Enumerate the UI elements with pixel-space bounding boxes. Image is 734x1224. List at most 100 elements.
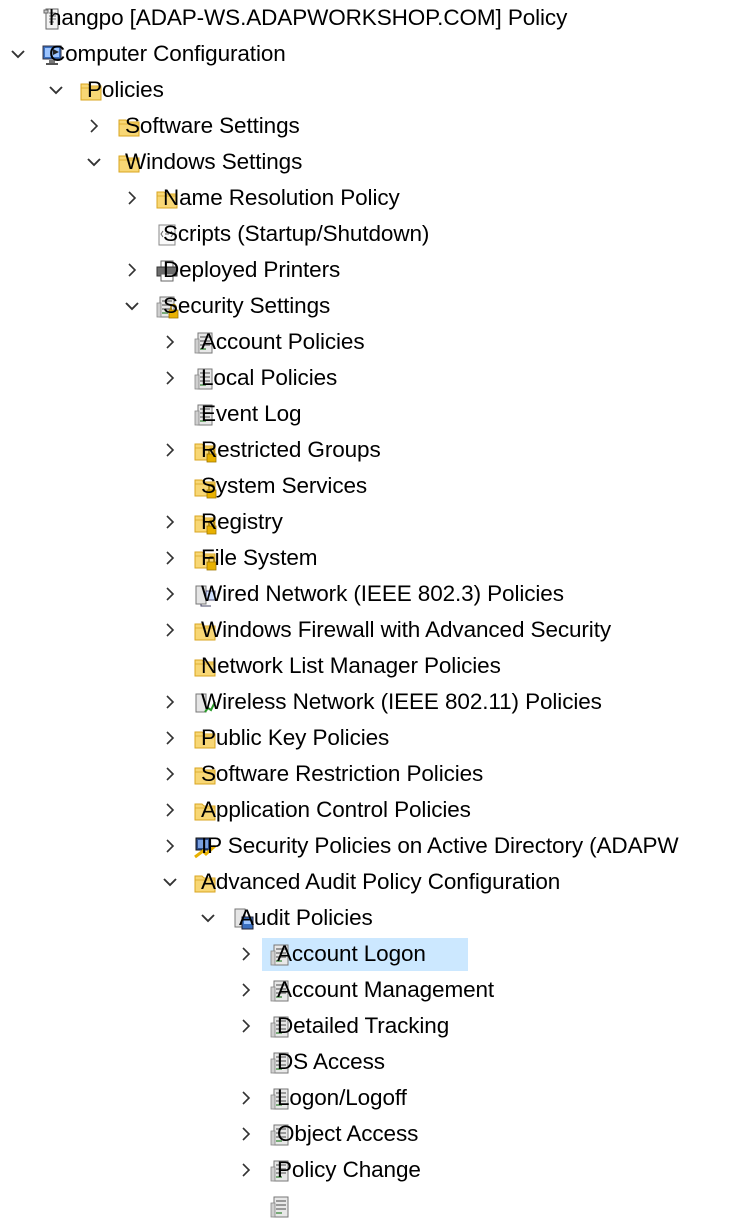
tree-item-label[interactable]: Windows Firewall with Advanced Security (201, 613, 611, 647)
chevron-right-icon[interactable] (157, 829, 183, 863)
tree-item-system-services[interactable]: System Services (0, 469, 734, 503)
chevron-down-icon[interactable] (195, 901, 221, 935)
chevron-right-icon[interactable] (157, 433, 183, 467)
tree-item-scripts[interactable]: Scripts (Startup/Shutdown) (0, 217, 734, 251)
tree-item-label[interactable]: Software Restriction Policies (201, 757, 483, 791)
tree-item-label[interactable]: Object Access (277, 1117, 418, 1151)
chevron-down-icon[interactable] (5, 37, 31, 71)
tree-item-file-system[interactable]: File System (0, 541, 734, 575)
tree-item-name-resolution-policy[interactable]: Name Resolution Policy (0, 181, 734, 215)
chevron-right-icon[interactable] (119, 253, 145, 287)
tree-item-label[interactable]: Logon/Logoff (277, 1081, 407, 1115)
chevron-right-icon[interactable] (157, 541, 183, 575)
tree-item-label[interactable]: Windows Settings (125, 145, 302, 179)
tree-item-deployed-printers[interactable]: Deployed Printers (0, 253, 734, 287)
tree-item-account-management[interactable]: Account Management (0, 973, 734, 1007)
chevron-right-icon[interactable] (157, 685, 183, 719)
chevron-right-icon[interactable] (157, 325, 183, 359)
tree-item-label[interactable]: Network List Manager Policies (201, 649, 501, 683)
chevron-right-icon[interactable] (233, 1009, 259, 1043)
tree-item-advanced-audit[interactable]: Advanced Audit Policy Configuration (0, 865, 734, 899)
tree-item-label[interactable]: Account Management (277, 973, 494, 1007)
chevron-right-icon[interactable] (157, 505, 183, 539)
tree-item-label[interactable]: Account Logon (277, 937, 426, 971)
tree-item-label[interactable]: Restricted Groups (201, 433, 381, 467)
chevron-right-icon[interactable] (119, 181, 145, 215)
tree-item-label[interactable]: Application Control Policies (201, 793, 471, 827)
chevron-right-icon[interactable] (157, 721, 183, 755)
tree-item-root-policy[interactable]: hangpo [ADAP-WS.ADAPWORKSHOP.COM] Policy (0, 1, 734, 35)
tree-item-label[interactable]: DS Access (277, 1045, 385, 1079)
tree-item-object-access[interactable]: Object Access (0, 1117, 734, 1151)
chevron-right-icon[interactable] (233, 973, 259, 1007)
tree-item-label[interactable]: IP Security Policies on Active Directory… (201, 829, 679, 863)
tree-item-label[interactable]: Policy Change (277, 1153, 421, 1187)
tree-item-label[interactable]: Registry (201, 505, 283, 539)
chevron-down-icon[interactable] (43, 73, 69, 107)
tree-item-label[interactable]: Audit Policies (239, 901, 373, 935)
chevron-right-icon[interactable] (233, 1081, 259, 1115)
tree-item-label[interactable]: Event Log (201, 397, 302, 431)
tree-item-label[interactable]: System Services (201, 469, 367, 503)
chevron-down-icon[interactable] (81, 145, 107, 179)
tree-item-account-policies[interactable]: Account Policies (0, 325, 734, 359)
tree-item-policies[interactable]: Policies (0, 73, 734, 107)
tree-item-network-list-manager[interactable]: Network List Manager Policies (0, 649, 734, 683)
tree-item-registry[interactable]: Registry (0, 505, 734, 539)
tree-item-security-settings[interactable]: Security Settings (0, 289, 734, 323)
tree-item-label[interactable]: Account Policies (201, 325, 365, 359)
tree-item-label[interactable]: Wireless Network (IEEE 802.11) Policies (201, 685, 602, 719)
chevron-right-icon[interactable] (233, 1153, 259, 1187)
tree-item-public-key-policies[interactable]: Public Key Policies (0, 721, 734, 755)
tree-item-account-logon[interactable]: Account Logon (0, 937, 734, 971)
tree-item-label[interactable]: hangpo [ADAP-WS.ADAPWORKSHOP.COM] Policy (49, 1, 567, 35)
chevron-right-icon[interactable] (233, 937, 259, 971)
tree-item-event-log[interactable]: Event Log (0, 397, 734, 431)
tree-item-label[interactable]: Policies (87, 73, 164, 107)
chevron-right-icon[interactable] (157, 361, 183, 395)
tree-item-label[interactable]: Name Resolution Policy (163, 181, 400, 215)
chevron-right-icon[interactable] (81, 109, 107, 143)
tree-item-label[interactable]: Wired Network (IEEE 802.3) Policies (201, 577, 564, 611)
chevron-right-icon[interactable] (157, 613, 183, 647)
tree-item-logon-logoff[interactable]: Logon/Logoff (0, 1081, 734, 1115)
tree-item-label[interactable]: Security Settings (163, 289, 330, 323)
tree-item-windows-firewall[interactable]: Windows Firewall with Advanced Security (0, 613, 734, 647)
tree-item-ds-access[interactable]: DS Access (0, 1045, 734, 1079)
tree-item-label[interactable]: File System (201, 541, 318, 575)
chevron-right-icon[interactable] (157, 793, 183, 827)
chevron-down-icon[interactable] (119, 289, 145, 323)
tree-item-computer-configuration[interactable]: Computer Configuration (0, 37, 734, 71)
chevron-right-icon[interactable] (233, 1117, 259, 1151)
chevron-right-icon[interactable] (157, 757, 183, 791)
tree-item-label[interactable]: Detailed Tracking (277, 1009, 449, 1043)
tree-item-label[interactable]: Scripts (Startup/Shutdown) (163, 217, 429, 251)
tree-item-wired-network[interactable]: Wired Network (IEEE 802.3) Policies (0, 577, 734, 611)
tree-item-label[interactable]: Software Settings (125, 109, 300, 143)
chevron-down-icon[interactable] (157, 865, 183, 899)
tree-item-label[interactable]: Computer Configuration (49, 37, 286, 71)
tree-item-label[interactable]: Advanced Audit Policy Configuration (201, 865, 560, 899)
tree-item-local-policies[interactable]: Local Policies (0, 361, 734, 395)
tree-item-software-settings[interactable]: Software Settings (0, 109, 734, 143)
tree-item-windows-settings[interactable]: Windows Settings (0, 145, 734, 179)
tree-item-ip-security[interactable]: IP Security Policies on Active Directory… (0, 829, 734, 863)
tree-item-detailed-tracking[interactable]: Detailed Tracking (0, 1009, 734, 1043)
tree-item-wireless-network[interactable]: Wireless Network (IEEE 802.11) Policies (0, 685, 734, 719)
tree-item-restricted-groups[interactable]: Restricted Groups (0, 433, 734, 467)
tree-item-audit-policies[interactable]: Audit Policies (0, 901, 734, 935)
tree-item-software-restriction[interactable]: Software Restriction Policies (0, 757, 734, 791)
tree-item-application-control[interactable]: Application Control Policies (0, 793, 734, 827)
tree-item-label[interactable]: Local Policies (201, 361, 337, 395)
chevron-right-icon[interactable] (157, 577, 183, 611)
tree-item-label[interactable]: Public Key Policies (201, 721, 389, 755)
tree-item-label[interactable]: Deployed Printers (163, 253, 340, 287)
tree-item-partial[interactable] (0, 1189, 734, 1223)
tree-item-policy-change[interactable]: Policy Change (0, 1153, 734, 1187)
